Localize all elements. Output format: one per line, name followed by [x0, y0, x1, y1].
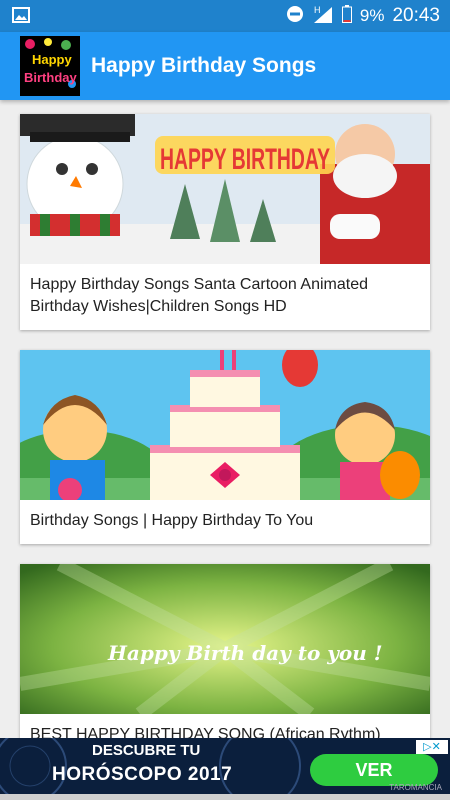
ad-cta-button[interactable]: VER	[310, 754, 438, 786]
clock: 20:43	[392, 5, 440, 26]
app-bar: Happy Birthday Happy Birthday Songs	[0, 32, 450, 100]
status-bar: H 9% 20:43	[0, 0, 450, 32]
ad-banner[interactable]: DESCUBRE TU HORÓSCOPO 2017 VER ▷✕ TAROMA…	[0, 738, 450, 794]
network-type: H	[314, 5, 321, 15]
app-title: Happy Birthday Songs	[91, 54, 317, 77]
battery-percent: 9%	[359, 6, 385, 25]
image-notification-icon	[12, 7, 30, 23]
video-thumbnail[interactable]: HAPPY BIRTHDAY	[20, 114, 430, 264]
ad-brand: TAROMANCIA	[389, 783, 442, 792]
mobile-signal-icon: H	[312, 4, 334, 29]
do-not-disturb-icon	[286, 5, 304, 28]
logo-text-2: Birthday	[24, 70, 78, 85]
video-title[interactable]: Birthday Songs | Happy Birthday To You	[20, 500, 430, 532]
video-card[interactable]: HAPPY BIRTHDAY Happy Birthday Songs Sant…	[20, 114, 430, 330]
battery-icon	[341, 4, 352, 28]
video-thumbnail[interactable]	[20, 350, 430, 500]
logo-text-1: Happy	[32, 52, 73, 67]
ad-headline: DESCUBRE TU	[92, 742, 201, 759]
thumbnail-text: HAPPY BIRTHDAY	[160, 143, 330, 176]
video-card[interactable]: Happy Birth day to you ! BEST HAPPY BIRT…	[20, 564, 430, 738]
video-thumbnail[interactable]: Happy Birth day to you !	[20, 564, 430, 714]
video-card[interactable]: Birthday Songs | Happy Birthday To You	[20, 350, 430, 544]
video-list[interactable]: HAPPY BIRTHDAY Happy Birthday Songs Sant…	[0, 100, 450, 738]
app-logo[interactable]: Happy Birthday	[20, 36, 80, 96]
video-title[interactable]: BEST HAPPY BIRTHDAY SONG (African Rythm)	[20, 714, 430, 738]
thumbnail-text: Happy Birth day to you !	[107, 641, 383, 665]
video-title[interactable]: Happy Birthday Songs Santa Cartoon Anima…	[20, 264, 430, 318]
adchoices-icon[interactable]: ▷✕	[416, 740, 448, 754]
ad-subheadline: HORÓSCOPO 2017	[52, 764, 233, 785]
bottom-edge	[0, 794, 450, 800]
